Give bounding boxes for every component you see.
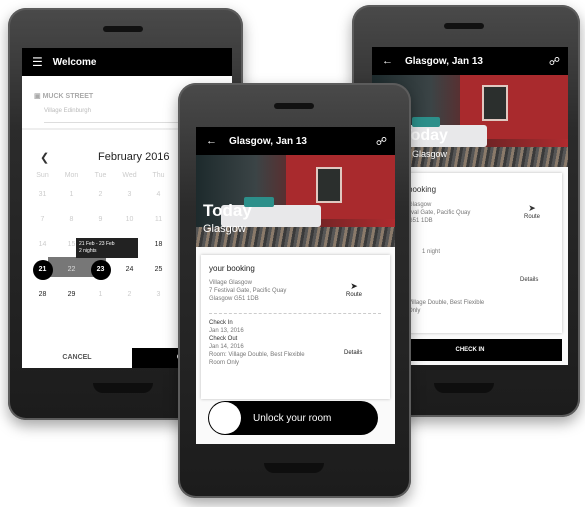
weekday: Wed	[122, 171, 137, 179]
route-button[interactable]: ➤ Route	[524, 203, 540, 220]
stay-info: Check In Jan 13, 2016 Check Out Jan 14, …	[209, 319, 305, 367]
location-label: MUCK STREET	[42, 93, 94, 100]
address-line: 7 Festival Gate, Pacific Quay	[209, 288, 287, 294]
building-icon: ▣	[34, 93, 41, 100]
weekday: Thu	[152, 171, 165, 179]
slider-knob[interactable]	[209, 402, 241, 434]
location-row: ▣ MUCK STREET	[34, 92, 93, 100]
center-phone: ← Glasgow, Jan 13 ☍ Today Glasgow your b…	[178, 83, 411, 498]
day-number: 23	[90, 259, 111, 280]
day[interactable]: 3	[144, 291, 173, 298]
route-label: Route	[346, 292, 363, 298]
navigation-icon: ➤	[528, 203, 536, 213]
day[interactable]: 2	[86, 191, 115, 198]
hotel-address: Village Glasgow 7 Festival Gate, Pacific…	[209, 279, 286, 303]
app-title: Glasgow, Jan 13	[405, 55, 483, 67]
route-button[interactable]: ➤ Route	[346, 281, 362, 298]
day[interactable]: 25	[144, 266, 173, 273]
address-line: G51 1DB	[408, 218, 433, 224]
share-icon[interactable]: ☍	[376, 135, 387, 148]
app-title: Glasgow, Jan 13	[229, 135, 307, 147]
hotel-photo: Today Glasgow	[196, 155, 395, 247]
booking-heading: your booking	[209, 264, 255, 273]
hotel-address: Glasgow tival Gate, Pacific Quay G51 1DB	[408, 201, 470, 225]
checkout-date: Jan 14, 2016	[209, 344, 244, 350]
day[interactable]: 9	[86, 216, 115, 223]
navigation-icon: ➤	[350, 281, 358, 291]
app-bar: ← Glasgow, Jan 13 ☍	[196, 127, 395, 155]
room-line: Village Double, Best Flexible	[408, 300, 485, 306]
checkin-date: Jan 13, 2016	[209, 328, 244, 334]
day[interactable]: 8	[57, 216, 86, 223]
speaker	[274, 103, 314, 109]
day[interactable]: 2	[115, 291, 144, 298]
address-line: Village Glasgow	[209, 280, 252, 286]
day[interactable]: 3	[115, 191, 144, 198]
tooltip-nights: 2 nights	[79, 248, 97, 254]
day[interactable]: 7	[28, 216, 57, 223]
details-link[interactable]: Details	[344, 350, 362, 356]
day[interactable]: 28	[28, 291, 57, 298]
app-title: Welcome	[52, 56, 97, 68]
day[interactable]: 11	[144, 216, 173, 223]
month-label: February 2016	[98, 151, 170, 163]
day[interactable]: 1	[86, 291, 115, 298]
app-bar: ← Glasgow, Jan 13 ☍	[372, 47, 568, 75]
nights-label: 1 night	[422, 249, 441, 255]
hotel-field-value: Village Edinburgh	[44, 108, 91, 114]
checkin-label: Check In	[209, 320, 233, 326]
photo-window	[482, 85, 508, 121]
day-selected-end[interactable]: 23	[86, 259, 115, 280]
day[interactable]: 18	[144, 241, 173, 248]
room-line: Room Only	[209, 360, 240, 366]
day-number: 21	[32, 259, 53, 280]
address-line: tival Gate, Pacific Quay	[408, 210, 471, 216]
day[interactable]: 14	[28, 241, 57, 248]
day-in-range[interactable]: 22	[57, 266, 86, 273]
unlock-label: Unlock your room	[253, 412, 332, 424]
day[interactable]: 29	[57, 291, 86, 298]
day[interactable]: 4	[144, 191, 173, 198]
unlock-slider[interactable]: Unlock your room	[208, 401, 378, 435]
checkout-label: Check Out	[209, 336, 238, 342]
speaker	[103, 26, 143, 32]
share-icon[interactable]: ☍	[549, 55, 560, 68]
menu-icon[interactable]: ☰	[32, 55, 43, 69]
prev-month-icon[interactable]: ❮	[40, 151, 49, 164]
booking-card: your booking Village Glasgow 7 Festival …	[201, 255, 390, 399]
weekday: Tue	[94, 171, 107, 179]
booking-heading: booking	[408, 185, 437, 194]
day[interactable]: 1	[57, 191, 86, 198]
home-button	[93, 383, 153, 393]
back-arrow-icon[interactable]: ←	[382, 55, 393, 67]
back-arrow-icon[interactable]: ←	[206, 135, 217, 147]
range-tooltip: 21 Feb - 23 Feb 2 nights	[76, 238, 138, 258]
room-line: Room: Village Double, Best Flexible	[209, 352, 305, 358]
cancel-button[interactable]: CANCEL	[22, 348, 132, 368]
weekday: Sun	[36, 171, 49, 179]
details-link[interactable]: Details	[520, 277, 538, 283]
photo-pillow	[412, 117, 440, 127]
hero-title: Today	[203, 201, 252, 220]
weekday: Mon	[64, 171, 79, 179]
hero-subtitle: Glasgow	[203, 223, 246, 235]
app-bar: ☰ Welcome	[22, 48, 232, 76]
day[interactable]: 10	[115, 216, 144, 223]
speaker	[444, 23, 484, 29]
photo-window	[316, 167, 342, 203]
room-info: Village Double, Best Flexible Only	[408, 299, 484, 315]
hero-subtitle: Glasgow	[412, 149, 448, 159]
address-line: Glasgow	[408, 202, 432, 208]
address-line: Glasgow G51 1DB	[209, 296, 259, 302]
day[interactable]: 31	[28, 191, 57, 198]
home-button	[434, 383, 494, 393]
room-line: Only	[408, 308, 421, 314]
divider	[209, 313, 381, 314]
home-button	[264, 463, 324, 473]
day[interactable]: 24	[115, 266, 144, 273]
tooltip-dates: 21 Feb - 23 Feb	[79, 241, 115, 247]
day-selected-start[interactable]: 21	[28, 259, 57, 280]
route-label: Route	[524, 214, 541, 220]
booking-screen: ← Glasgow, Jan 13 ☍ Today Glasgow your b…	[196, 127, 395, 444]
